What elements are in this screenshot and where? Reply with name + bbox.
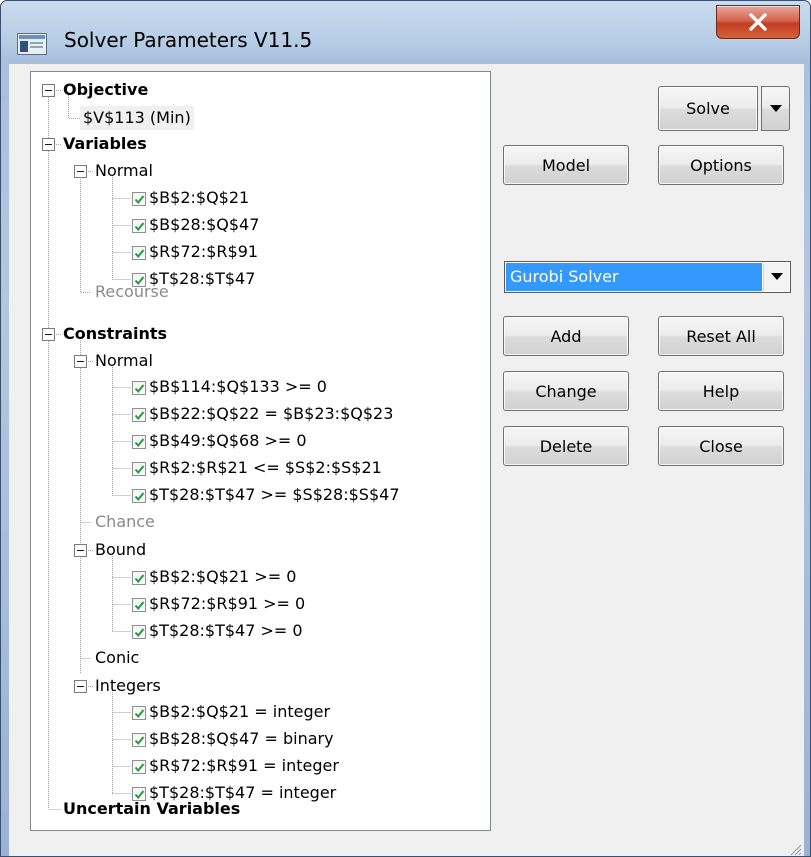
delete-button-label: Delete bbox=[539, 436, 593, 456]
add-button-label: Add bbox=[550, 326, 582, 346]
tree-objective-label[interactable]: Objective bbox=[63, 78, 148, 102]
tree-variable-item[interactable]: $R$72:$R$91 bbox=[149, 240, 258, 264]
checkbox-checked-icon[interactable] bbox=[132, 219, 146, 233]
tree-integer-item[interactable]: $R$72:$R$91 = integer bbox=[149, 754, 339, 778]
checkbox-checked-icon[interactable] bbox=[132, 625, 146, 639]
reset-all-button[interactable]: Reset All bbox=[658, 316, 784, 356]
app-icon bbox=[17, 33, 47, 55]
checkbox-checked-icon[interactable] bbox=[132, 192, 146, 206]
tree-objective-value[interactable]: $V$113 (Min) bbox=[80, 106, 194, 130]
tree-bound-item[interactable]: $B$2:$Q$21 >= 0 bbox=[149, 565, 296, 589]
tree-constraint-item[interactable]: $T$28:$T$47 >= $S$28:$S$47 bbox=[149, 483, 400, 507]
model-button[interactable]: Model bbox=[503, 145, 629, 185]
model-tree-content: Objective $V$113 (Min) Variables Normal … bbox=[31, 72, 490, 830]
tree-bound-label[interactable]: Bound bbox=[95, 538, 146, 562]
tree-integer-item[interactable]: $B$2:$Q$21 = integer bbox=[149, 700, 330, 724]
checkbox-checked-icon[interactable] bbox=[132, 462, 146, 476]
help-button[interactable]: Help bbox=[658, 371, 784, 411]
checkbox-checked-icon[interactable] bbox=[132, 706, 146, 720]
tree-bound-item[interactable]: $T$28:$T$47 >= 0 bbox=[149, 619, 303, 643]
tree-conic-label[interactable]: Conic bbox=[95, 646, 139, 670]
close-x-icon bbox=[749, 13, 767, 31]
collapse-bound-icon[interactable] bbox=[74, 544, 87, 557]
solver-engine-select[interactable]: Gurobi Solver bbox=[504, 261, 791, 293]
close-button-label: Close bbox=[699, 436, 743, 456]
collapse-integers-icon[interactable] bbox=[74, 680, 87, 693]
tree-variable-item[interactable]: $B$28:$Q$47 bbox=[149, 213, 259, 237]
collapse-constraints-icon[interactable] bbox=[42, 328, 55, 341]
checkbox-checked-icon[interactable] bbox=[132, 408, 146, 422]
help-button-label: Help bbox=[702, 381, 740, 401]
tree-constraint-item[interactable]: $B$114:$Q$133 >= 0 bbox=[149, 375, 327, 399]
tree-constraints-label[interactable]: Constraints bbox=[63, 322, 167, 346]
collapse-objective-icon[interactable] bbox=[42, 84, 55, 97]
chevron-down-icon bbox=[770, 105, 782, 112]
solver-parameters-window: Solver Parameters V11.5 Objective $V$113… bbox=[0, 0, 811, 857]
resize-grip-icon[interactable] bbox=[786, 840, 802, 856]
model-button-label: Model bbox=[541, 155, 591, 175]
add-button[interactable]: Add bbox=[503, 316, 629, 356]
collapse-constraints-normal-icon[interactable] bbox=[74, 355, 87, 368]
delete-button[interactable]: Delete bbox=[503, 426, 629, 466]
collapse-variables-normal-icon[interactable] bbox=[74, 165, 87, 178]
reset-all-button-label: Reset All bbox=[686, 326, 756, 346]
tree-integer-item[interactable]: $B$28:$Q$47 = binary bbox=[149, 727, 334, 751]
solver-dropdown-button[interactable] bbox=[763, 263, 789, 291]
solve-button[interactable]: Solve bbox=[658, 86, 758, 131]
checkbox-checked-icon[interactable] bbox=[132, 435, 146, 449]
tree-recourse-label[interactable]: Recourse bbox=[95, 280, 169, 304]
title-bar[interactable]: Solver Parameters V11.5 bbox=[1, 1, 810, 64]
window-title: Solver Parameters V11.5 bbox=[64, 28, 313, 52]
options-button-label: Options bbox=[690, 155, 752, 175]
tree-variable-item[interactable]: $B$2:$Q$21 bbox=[149, 186, 249, 210]
checkbox-checked-icon[interactable] bbox=[132, 760, 146, 774]
tree-constraints-normal-label[interactable]: Normal bbox=[95, 349, 153, 373]
change-button[interactable]: Change bbox=[503, 371, 629, 411]
solver-engine-value: Gurobi Solver bbox=[506, 263, 762, 291]
tree-uncertain-variables-label[interactable]: Uncertain Variables bbox=[63, 797, 240, 821]
checkbox-checked-icon[interactable] bbox=[132, 598, 146, 612]
checkbox-checked-icon[interactable] bbox=[132, 571, 146, 585]
change-button-label: Change bbox=[535, 381, 597, 401]
solve-dropdown-button[interactable] bbox=[761, 86, 790, 131]
tree-integers-label[interactable]: Integers bbox=[95, 674, 161, 698]
tree-chance-label[interactable]: Chance bbox=[95, 510, 155, 534]
checkbox-checked-icon[interactable] bbox=[132, 733, 146, 747]
solve-button-label: Solve bbox=[686, 99, 730, 118]
tree-constraint-item[interactable]: $R$2:$R$21 <= $S$2:$S$21 bbox=[149, 456, 382, 480]
tree-constraint-item[interactable]: $B$22:$Q$22 = $B$23:$Q$23 bbox=[149, 402, 393, 426]
checkbox-checked-icon[interactable] bbox=[132, 489, 146, 503]
checkbox-checked-icon[interactable] bbox=[132, 381, 146, 395]
options-button[interactable]: Options bbox=[658, 145, 784, 185]
tree-constraint-item[interactable]: $B$49:$Q$68 >= 0 bbox=[149, 429, 307, 453]
tree-variables-label[interactable]: Variables bbox=[63, 132, 147, 156]
dialog-client-area: Objective $V$113 (Min) Variables Normal … bbox=[9, 64, 804, 856]
collapse-variables-icon[interactable] bbox=[42, 138, 55, 151]
close-button[interactable]: Close bbox=[658, 426, 784, 466]
checkbox-checked-icon[interactable] bbox=[132, 246, 146, 260]
chevron-down-icon bbox=[771, 273, 783, 280]
model-tree[interactable]: Objective $V$113 (Min) Variables Normal … bbox=[30, 71, 491, 831]
close-window-button[interactable] bbox=[716, 5, 800, 39]
tree-variables-normal-label[interactable]: Normal bbox=[95, 159, 153, 183]
tree-bound-item[interactable]: $R$72:$R$91 >= 0 bbox=[149, 592, 305, 616]
